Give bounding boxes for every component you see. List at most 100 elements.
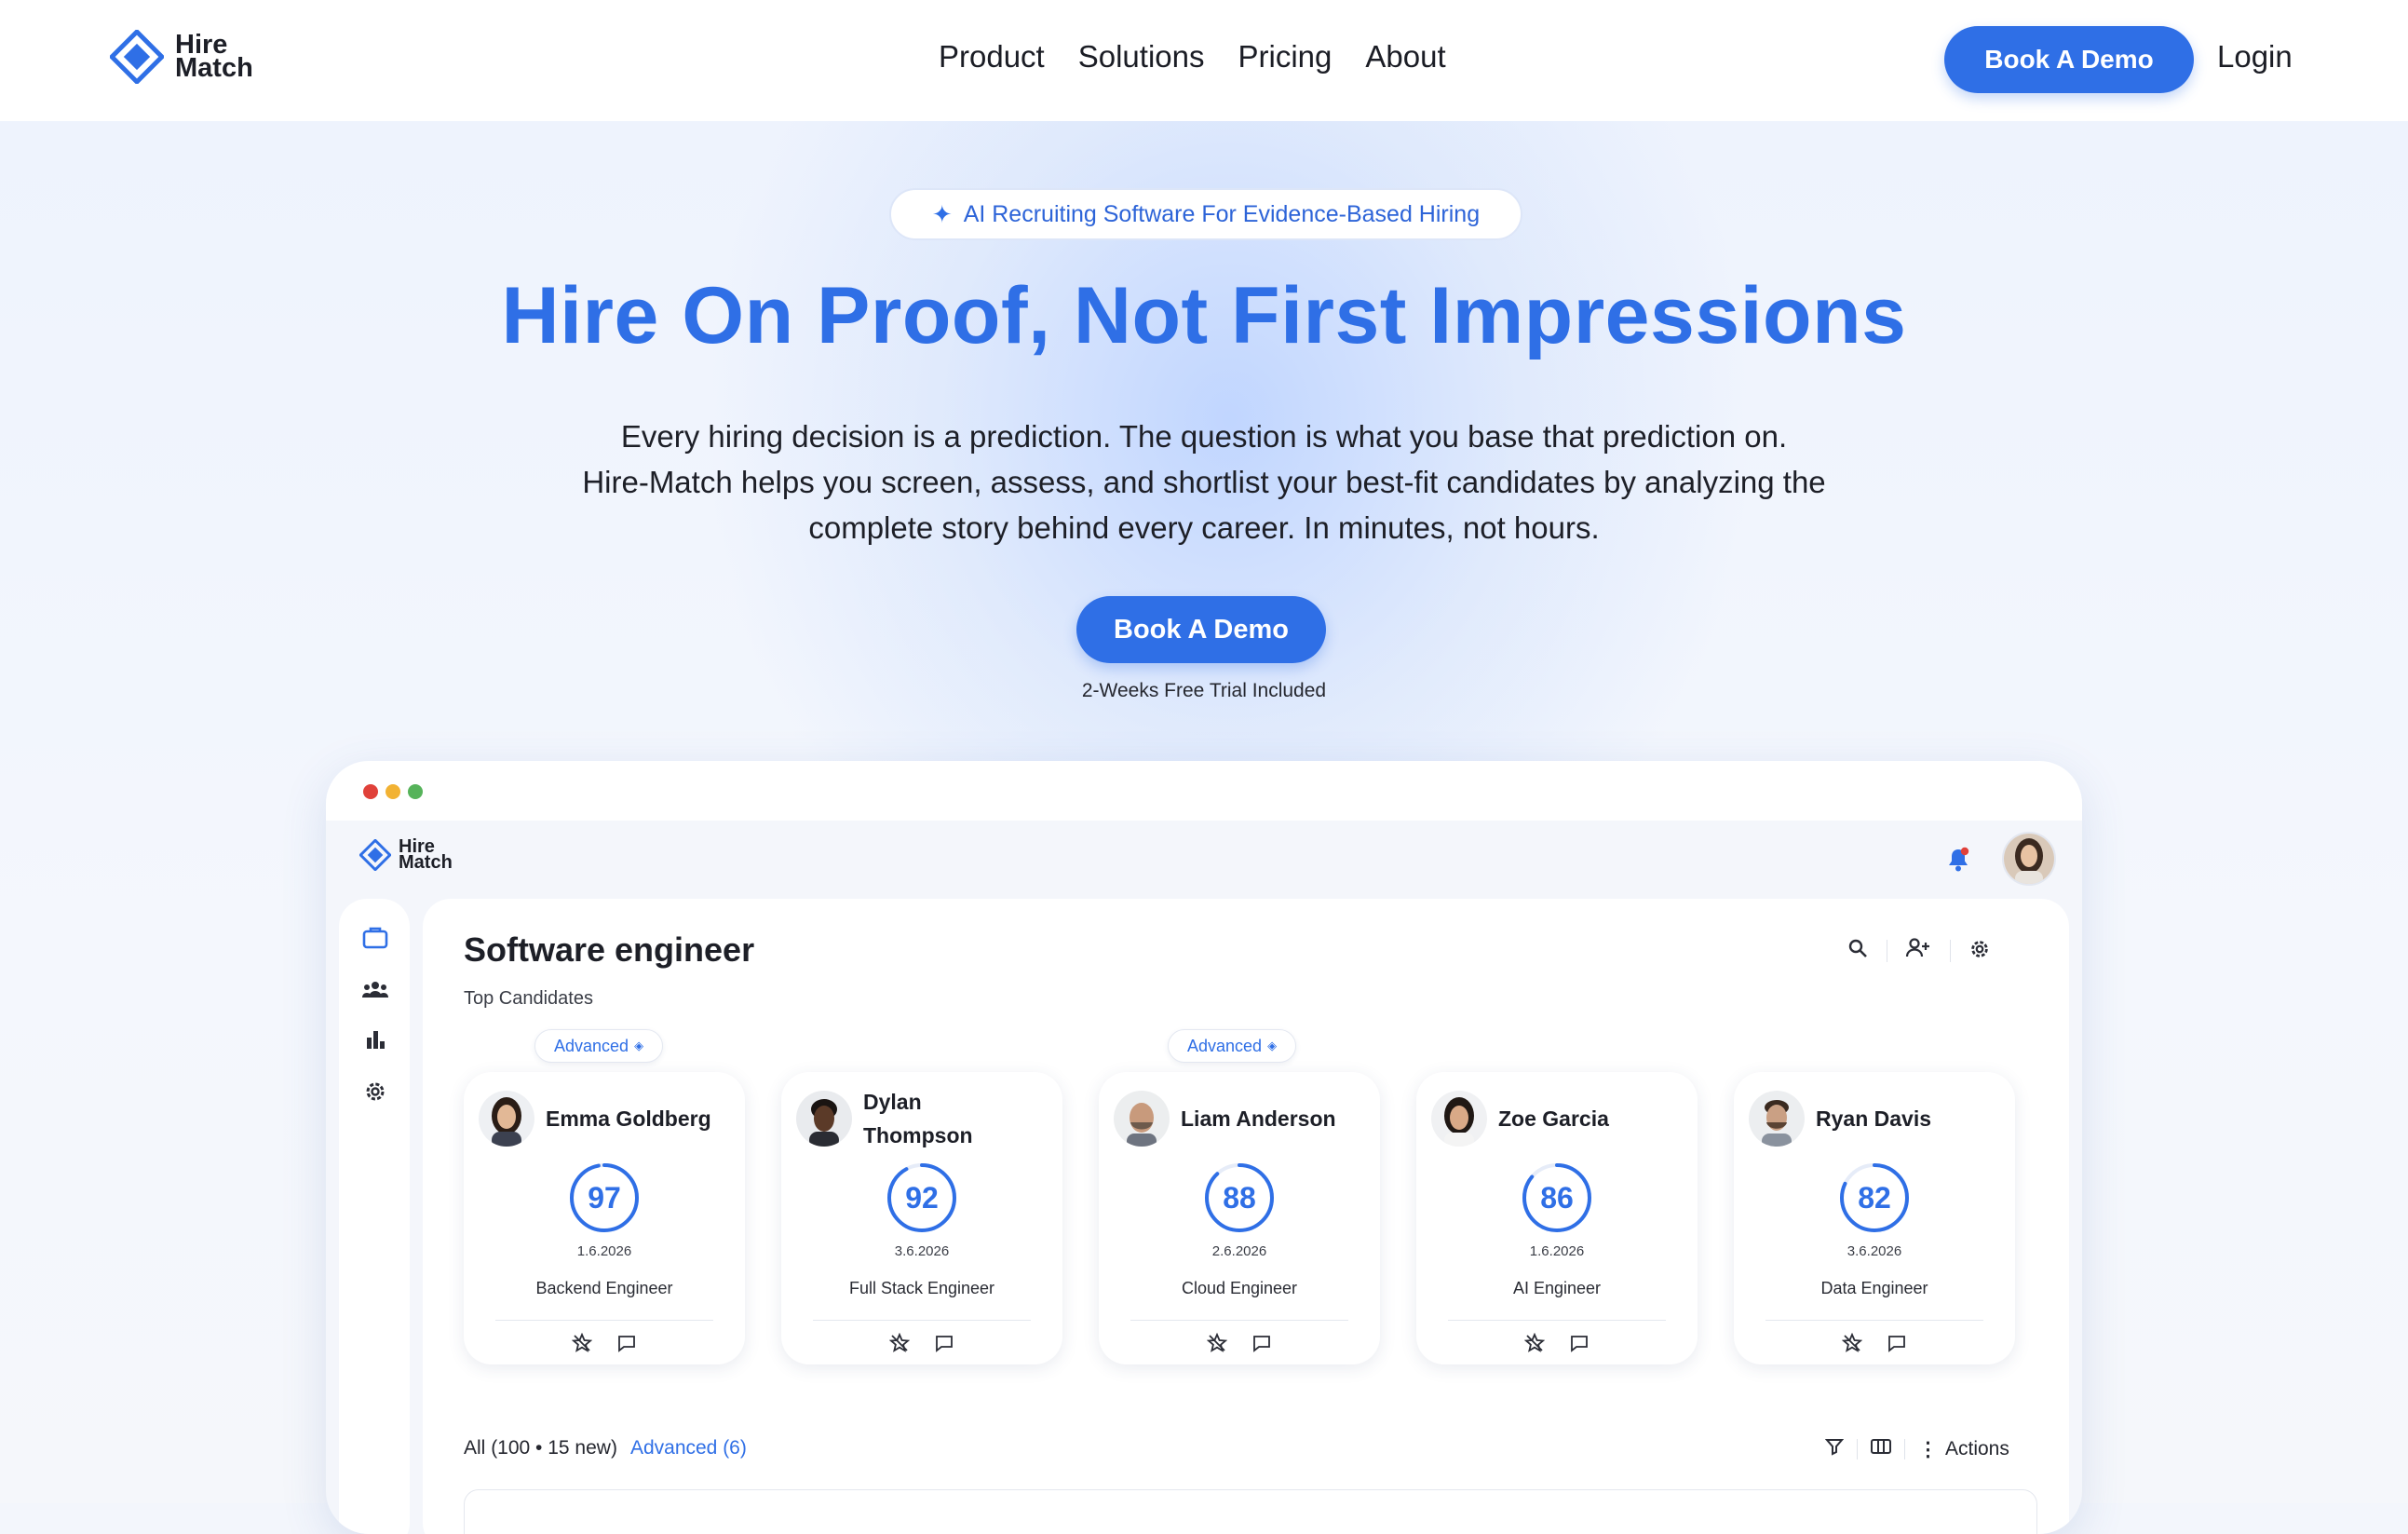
more-vertical-icon: ⋮ <box>1918 1438 1938 1460</box>
top-navigation: Hire Match Product Solutions Pricing Abo… <box>0 0 2408 121</box>
window-maximize-dot <box>408 784 423 799</box>
candidate-name: Zoe Garcia <box>1498 1106 1609 1131</box>
candidate-card[interactable]: Zoe Garcia 86 1.6.2026 AI Engineer <box>1416 1072 1698 1364</box>
table-toolbar: ⋮ Actions <box>1824 1437 2009 1461</box>
diamond-logo-icon <box>359 839 391 872</box>
window-titlebar <box>326 761 2082 821</box>
nav-product[interactable]: Product <box>939 39 1045 75</box>
app-logo[interactable]: Hire Match <box>359 836 453 874</box>
user-avatar[interactable] <box>2002 832 2056 886</box>
toolbar-divider <box>1950 940 1951 962</box>
candidate-avatar <box>1749 1091 1805 1147</box>
match-score: 86 <box>1540 1180 1574 1215</box>
card-divider <box>813 1320 1031 1321</box>
candidate-avatar <box>796 1091 852 1147</box>
candidate-role: Cloud Engineer <box>1181 1279 1298 1297</box>
candidate-role: AI Engineer <box>1512 1279 1602 1297</box>
card-divider <box>1130 1320 1348 1321</box>
search-icon[interactable] <box>1847 938 1868 963</box>
candidate-avatar <box>1114 1091 1170 1147</box>
actions-menu[interactable]: ⋮ Actions <box>1918 1438 2009 1461</box>
comment-icon[interactable] <box>616 1333 637 1353</box>
candidate-card[interactable]: Dylan Thompson 92 3.6.2026 Full Stack En… <box>781 1072 1062 1364</box>
login-link[interactable]: Login <box>2217 39 2293 75</box>
candidate-avatar <box>1431 1091 1487 1147</box>
filter-icon[interactable] <box>1824 1437 1845 1461</box>
candidate-role: Backend Engineer <box>535 1279 673 1297</box>
advanced-badge: Advanced ◈ <box>534 1029 664 1063</box>
match-score-ring: 88 <box>1203 1161 1276 1234</box>
hero-subtitle-line: Every hiring decision is a prediction. T… <box>620 419 1788 454</box>
candidate-date: 3.6.2026 <box>894 1243 950 1259</box>
comment-icon[interactable] <box>1251 1333 1272 1353</box>
star-off-icon[interactable] <box>1206 1332 1228 1353</box>
briefcase-icon[interactable] <box>361 923 389 951</box>
brand-logo[interactable]: Hire Match <box>110 30 253 84</box>
match-score: 88 <box>1223 1180 1256 1215</box>
match-score: 97 <box>588 1180 621 1215</box>
advanced-badge-label: Advanced <box>554 1036 629 1055</box>
candidate-card[interactable]: Liam Anderson 88 2.6.2026 Cloud Engineer <box>1099 1072 1380 1364</box>
bell-icon[interactable] <box>1946 847 1970 877</box>
page-title: Software engineer <box>464 930 755 969</box>
candidate-name: Ryan Davis <box>1816 1106 1932 1131</box>
app-brand-name: Hire Match <box>399 836 453 874</box>
filter-all-tab[interactable]: All (100 • 15 new) <box>464 1437 617 1459</box>
hero-book-demo-button[interactable]: Book A Demo <box>1076 596 1326 663</box>
match-score-ring: 82 <box>1838 1161 1911 1234</box>
candidate-name: Liam Anderson <box>1181 1106 1336 1131</box>
star-off-icon[interactable] <box>1841 1332 1863 1353</box>
candidate-card[interactable]: Emma Goldberg 97 1.6.2026 Backend Engine… <box>464 1072 745 1364</box>
hero-badge-text: AI Recruiting Software For Evidence-Base… <box>963 200 1481 227</box>
brand-name: Hire Match <box>175 30 253 83</box>
window-close-dot <box>363 784 378 799</box>
candidate-date: 2.6.2026 <box>1211 1243 1267 1259</box>
candidates-table <box>464 1489 2037 1534</box>
star-off-icon[interactable] <box>571 1332 593 1353</box>
diamond-small-icon: ◈ <box>1267 1039 1278 1052</box>
hero-title: Hire On Proof, Not First Impressions <box>501 271 1907 360</box>
add-user-icon[interactable] <box>1905 938 1931 963</box>
match-score: 92 <box>905 1180 939 1215</box>
app-sidebar <box>339 899 410 1534</box>
match-score-ring: 86 <box>1521 1161 1593 1234</box>
settings-icon[interactable] <box>1968 938 1991 965</box>
hero-subtitle-line: complete story behind every career. In m… <box>808 510 1600 545</box>
columns-icon[interactable] <box>1871 1438 1891 1460</box>
actions-label: Actions <box>1945 1438 2009 1459</box>
hero-badge: ✦ AI Recruiting Software For Evidence-Ba… <box>889 188 1522 240</box>
advanced-badge: Advanced ◈ <box>1168 1029 1297 1063</box>
team-icon[interactable] <box>361 975 389 1003</box>
candidates-panel: Software engineer Top Candidates Advance… <box>423 899 2069 1534</box>
star-off-icon[interactable] <box>1523 1332 1546 1353</box>
candidate-card[interactable]: Ryan Davis 82 3.6.2026 Data Engineer <box>1734 1072 2015 1364</box>
advanced-badge-label: Advanced <box>1187 1036 1263 1055</box>
hero-subtitle-line: Hire-Match helps you screen, assess, and… <box>582 465 1826 499</box>
comment-icon[interactable] <box>1569 1333 1590 1353</box>
filter-advanced-tab[interactable]: Advanced (6) <box>630 1437 747 1459</box>
comment-icon[interactable] <box>1887 1333 1907 1353</box>
hero-subtitle: Every hiring decision is a prediction. T… <box>506 414 1902 550</box>
candidate-date: 1.6.2026 <box>576 1243 632 1259</box>
gear-icon[interactable] <box>361 1078 389 1106</box>
sparkle-icon: ✦ <box>931 199 953 228</box>
star-off-icon[interactable] <box>888 1332 911 1353</box>
nav-solutions[interactable]: Solutions <box>1078 39 1205 75</box>
card-divider <box>1765 1320 1983 1321</box>
candidate-name: Emma Goldberg <box>546 1106 711 1131</box>
candidate-filter-row: All (100 • 15 new) Advanced (6) <box>464 1437 747 1459</box>
card-divider <box>1448 1320 1666 1321</box>
match-score-ring: 92 <box>886 1161 958 1234</box>
diamond-small-icon: ◈ <box>634 1039 644 1052</box>
card-divider <box>495 1320 713 1321</box>
nav-pricing[interactable]: Pricing <box>1238 39 1333 75</box>
nav-book-demo-button[interactable]: Book A Demo <box>1944 26 2194 93</box>
trial-note: 2-Weeks Free Trial Included <box>1081 680 1327 701</box>
candidate-role: Full Stack Engineer <box>848 1279 995 1297</box>
nav-about[interactable]: About <box>1365 39 1445 75</box>
bar-chart-icon[interactable] <box>361 1025 389 1053</box>
page-subtitle: Top Candidates <box>464 988 593 1009</box>
app-preview-window: Hire Match Software engineer Top Candida… <box>326 761 2082 1534</box>
candidate-avatar <box>479 1091 534 1147</box>
comment-icon[interactable] <box>934 1333 954 1353</box>
